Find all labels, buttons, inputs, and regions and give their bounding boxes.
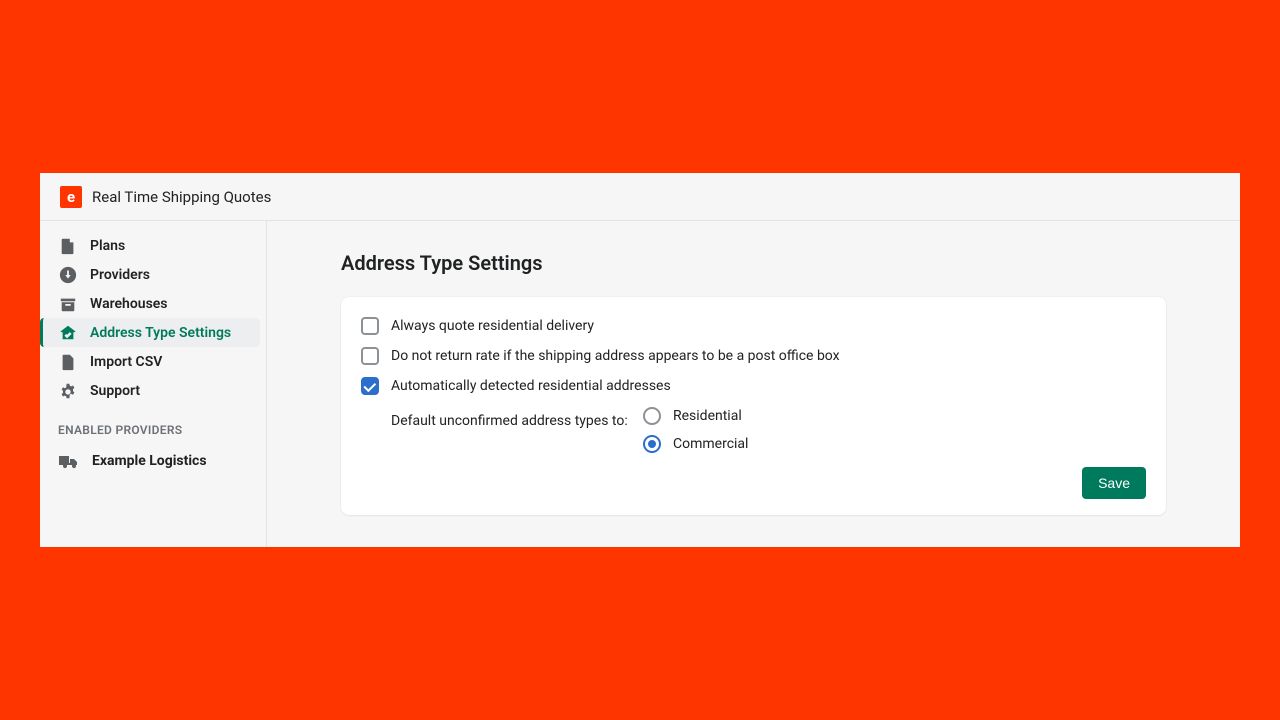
sidebar-item-label: Import CSV [90, 354, 162, 370]
sidebar: Plans Providers Warehouses Address Type … [40, 221, 267, 547]
app-logo: e [60, 186, 82, 208]
sidebar-item-address-type-settings[interactable]: Address Type Settings [40, 318, 260, 347]
radio-label: Commercial [673, 436, 748, 452]
radio-group: Residential Commercial [643, 407, 748, 453]
sidebar-section-label: ENABLED PROVIDERS [40, 405, 266, 445]
sidebar-item-label: Support [90, 383, 140, 399]
app-window: e Real Time Shipping Quotes Plans Provid… [40, 173, 1240, 547]
truck-icon [58, 451, 78, 471]
sidebar-item-label: Address Type Settings [90, 325, 231, 341]
radio-option-residential[interactable]: Residential [643, 407, 748, 425]
checkbox-row-auto-detect[interactable]: Automatically detected residential addre… [361, 377, 1146, 395]
download-circle-icon [58, 265, 78, 285]
app-title: Real Time Shipping Quotes [92, 188, 271, 206]
sidebar-item-providers[interactable]: Providers [40, 260, 266, 289]
checkbox-label: Do not return rate if the shipping addre… [391, 348, 840, 364]
app-body: Plans Providers Warehouses Address Type … [40, 221, 1240, 547]
page-title: Address Type Settings [341, 251, 1166, 275]
checkbox-label: Automatically detected residential addre… [391, 378, 671, 394]
sidebar-item-plans[interactable]: Plans [40, 231, 266, 260]
card-actions: Save [361, 467, 1146, 499]
sidebar-item-label: Providers [90, 267, 150, 283]
content-area: Address Type Settings Always quote resid… [267, 221, 1240, 547]
file-lines-icon [58, 352, 78, 372]
checkbox[interactable] [361, 377, 379, 395]
radio-option-commercial[interactable]: Commercial [643, 435, 748, 453]
archive-icon [58, 294, 78, 314]
sidebar-item-label: Plans [90, 238, 125, 254]
checkbox[interactable] [361, 347, 379, 365]
gear-icon [58, 381, 78, 401]
checkbox-label: Always quote residential delivery [391, 318, 594, 334]
file-info-icon [58, 236, 78, 256]
header-bar: e Real Time Shipping Quotes [40, 173, 1240, 221]
sidebar-item-support[interactable]: Support [40, 376, 266, 405]
default-group-label: Default unconfirmed address types to: [391, 407, 643, 429]
sidebar-item-warehouses[interactable]: Warehouses [40, 289, 266, 318]
save-button[interactable]: Save [1082, 467, 1146, 499]
default-address-type-group: Default unconfirmed address types to: Re… [391, 407, 1146, 453]
settings-card: Always quote residential delivery Do not… [341, 297, 1166, 515]
provider-item-example[interactable]: Example Logistics [40, 445, 266, 477]
checkbox[interactable] [361, 317, 379, 335]
radio-label: Residential [673, 408, 742, 424]
sidebar-item-label: Warehouses [90, 296, 168, 312]
radio-button[interactable] [643, 435, 661, 453]
provider-label: Example Logistics [92, 453, 207, 469]
home-check-icon [58, 323, 78, 343]
radio-button[interactable] [643, 407, 661, 425]
checkbox-row-always-residential[interactable]: Always quote residential delivery [361, 317, 1146, 335]
checkbox-row-po-box[interactable]: Do not return rate if the shipping addre… [361, 347, 1146, 365]
sidebar-item-import-csv[interactable]: Import CSV [40, 347, 266, 376]
